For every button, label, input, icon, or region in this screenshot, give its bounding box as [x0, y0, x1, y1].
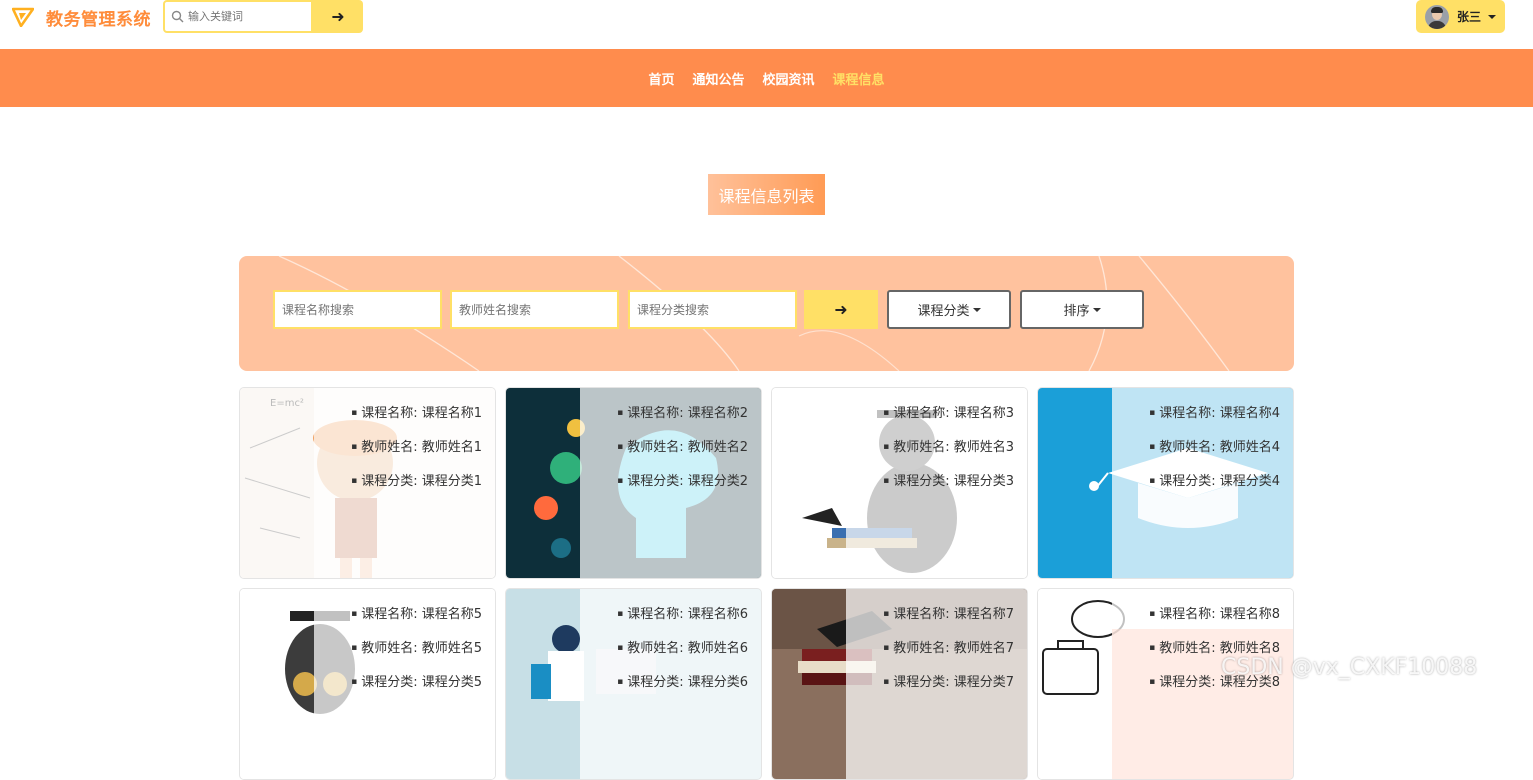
course-category: 课程分类: 课程分类4: [1149, 473, 1280, 490]
page-title: 课程信息列表: [708, 174, 825, 215]
course-info-list: 课程名称: 课程名称2 教师姓名: 教师姓名2 课程分类: 课程分类2: [617, 405, 748, 507]
header-search: ➜: [163, 0, 363, 33]
user-name: 张三: [1457, 10, 1482, 24]
header-search-input[interactable]: [188, 10, 306, 23]
caret-down-icon: [1488, 14, 1497, 19]
teacher-name: 教师姓名: 教师姓名2: [617, 439, 748, 456]
teacher-name-search-input[interactable]: [450, 290, 619, 329]
course-category: 课程分类: 课程分类2: [617, 473, 748, 490]
course-category: 课程分类: 课程分类7: [883, 674, 1014, 691]
svg-text:E=mc²: E=mc²: [270, 398, 304, 409]
course-card[interactable]: 课程名称: 课程名称3 教师姓名: 教师姓名3 课程分类: 课程分类3: [771, 387, 1028, 579]
arrow-right-icon: ➜: [331, 7, 345, 26]
user-menu-button[interactable]: 张三: [1416, 0, 1505, 33]
filter-panel: ➜ 课程分类 排序: [239, 256, 1294, 371]
sort-dropdown[interactable]: 排序: [1020, 290, 1144, 329]
watermark: CSDN @vx_CXKF10088: [1221, 655, 1478, 680]
header-search-box[interactable]: [163, 0, 313, 33]
course-info-list: 课程名称: 课程名称7 教师姓名: 教师姓名7 课程分类: 课程分类7: [883, 606, 1014, 708]
course-category: 课程分类: 课程分类1: [351, 473, 482, 490]
filter-search-button[interactable]: ➜: [804, 290, 878, 329]
course-card[interactable]: 课程名称: 课程名称5 教师姓名: 教师姓名5 课程分类: 课程分类5: [239, 588, 496, 780]
course-card[interactable]: 课程名称: 课程名称4 教师姓名: 教师姓名4 课程分类: 课程分类4: [1037, 387, 1294, 579]
brand-title: 教务管理系统: [46, 9, 151, 30]
header-search-button[interactable]: ➜: [313, 0, 363, 33]
course-card[interactable]: 课程名称: 课程名称2 教师姓名: 教师姓名2 课程分类: 课程分类2: [505, 387, 762, 579]
arrow-right-icon: ➜: [834, 300, 848, 319]
course-name: 课程名称: 课程名称1: [351, 405, 482, 422]
category-dropdown[interactable]: 课程分类: [887, 290, 1011, 329]
nav-item-courses[interactable]: 课程信息: [833, 69, 885, 88]
course-category: 课程分类: 课程分类6: [617, 674, 748, 691]
teacher-name: 教师姓名: 教师姓名7: [883, 640, 1014, 657]
course-card[interactable]: 课程名称: 课程名称8 教师姓名: 教师姓名8 课程分类: 课程分类8: [1037, 588, 1294, 780]
course-info-list: 课程名称: 课程名称4 教师姓名: 教师姓名4 课程分类: 课程分类4: [1149, 405, 1280, 507]
course-category: 课程分类: 课程分类3: [883, 473, 1014, 490]
course-name: 课程名称: 课程名称8: [1149, 606, 1280, 623]
course-name-search-input[interactable]: [273, 290, 442, 329]
brand[interactable]: 教务管理系统: [12, 6, 151, 30]
course-name: 课程名称: 课程名称7: [883, 606, 1014, 623]
nav-item-home[interactable]: 首页: [648, 69, 674, 88]
top-bar: 教务管理系统 ➜ 张三: [0, 0, 1533, 49]
teacher-name: 教师姓名: 教师姓名5: [351, 640, 482, 657]
avatar: [1425, 4, 1449, 29]
caret-down-icon: [1092, 307, 1101, 312]
course-card[interactable]: E=mc² 课程名称: 课程名称1 教师姓名: 教师姓名1 课程分类: 课程分类…: [239, 387, 496, 579]
course-name: 课程名称: 课程名称2: [617, 405, 748, 422]
teacher-name: 教师姓名: 教师姓名1: [351, 439, 482, 456]
course-category: 课程分类: 课程分类5: [351, 674, 482, 691]
course-info-list: 课程名称: 课程名称1 教师姓名: 教师姓名1 课程分类: 课程分类1: [351, 405, 482, 507]
course-name: 课程名称: 课程名称3: [883, 405, 1014, 422]
nav-item-notices[interactable]: 通知公告: [692, 69, 744, 88]
search-icon: [171, 10, 184, 23]
course-name: 课程名称: 课程名称6: [617, 606, 748, 623]
teacher-name: 教师姓名: 教师姓名6: [617, 640, 748, 657]
teacher-name: 教师姓名: 教师姓名3: [883, 439, 1014, 456]
course-card[interactable]: 课程名称: 课程名称7 教师姓名: 教师姓名7 课程分类: 课程分类7: [771, 588, 1028, 780]
course-info-list: 课程名称: 课程名称3 教师姓名: 教师姓名3 课程分类: 课程分类3: [883, 405, 1014, 507]
course-info-list: 课程名称: 课程名称5 教师姓名: 教师姓名5 课程分类: 课程分类5: [351, 606, 482, 708]
category-dropdown-label: 课程分类: [917, 304, 970, 319]
course-name: 课程名称: 课程名称4: [1149, 405, 1280, 422]
caret-down-icon: [972, 307, 981, 312]
teacher-name: 教师姓名: 教师姓名4: [1149, 439, 1280, 456]
course-name: 课程名称: 课程名称5: [351, 606, 482, 623]
course-card[interactable]: 课程名称: 课程名称6 教师姓名: 教师姓名6 课程分类: 课程分类6: [505, 588, 762, 780]
main-nav: 首页 通知公告 校园资讯 课程信息: [0, 49, 1533, 107]
paper-plane-logo-icon: [12, 7, 34, 27]
nav-item-campus-news[interactable]: 校园资讯: [763, 69, 815, 88]
category-search-input[interactable]: [628, 290, 797, 329]
sort-dropdown-label: 排序: [1063, 304, 1090, 319]
course-info-list: 课程名称: 课程名称6 教师姓名: 教师姓名6 课程分类: 课程分类6: [617, 606, 748, 708]
